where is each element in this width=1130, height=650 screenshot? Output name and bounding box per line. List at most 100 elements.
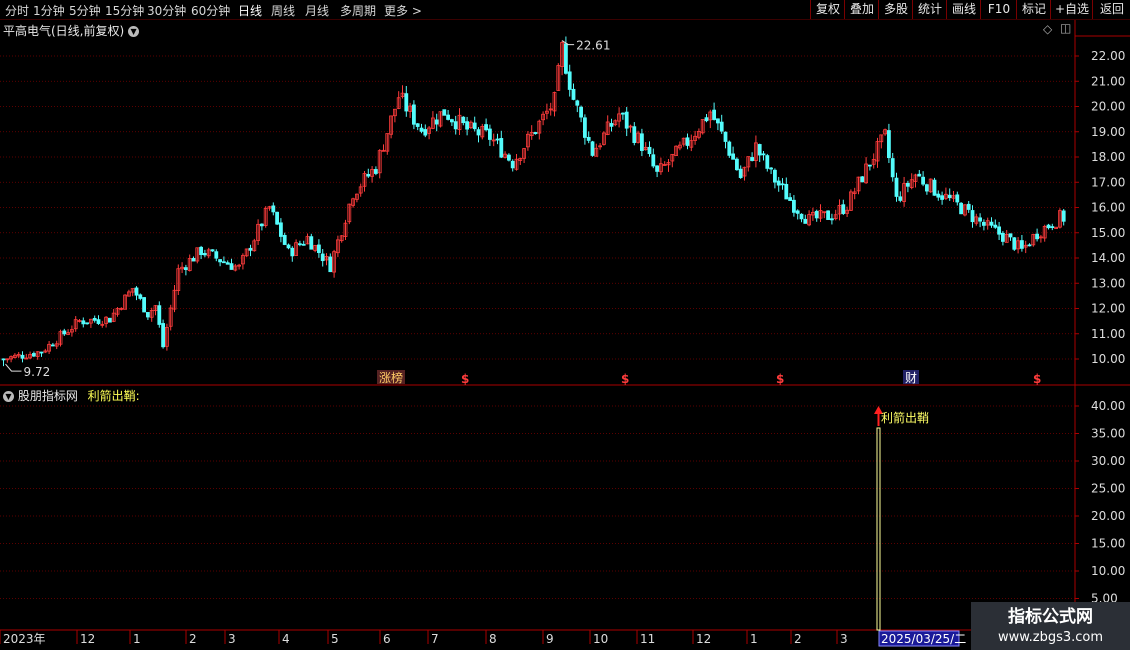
candle-body — [993, 224, 998, 228]
chevron-down-icon[interactable]: ▼ — [3, 391, 14, 402]
candle-body — [586, 136, 591, 141]
candle-body — [366, 174, 371, 177]
window-toggle-icon[interactable]: ◫ — [1060, 21, 1071, 35]
candle-body — [259, 223, 264, 227]
candle-body — [218, 259, 223, 263]
watermark: 指标公式网 www.zbgs3.com — [971, 602, 1130, 650]
candle-body — [62, 330, 67, 335]
candle-body — [814, 210, 819, 219]
candle-body — [411, 104, 416, 125]
candle-body — [735, 158, 739, 171]
candle-body — [640, 133, 644, 151]
y-tick-label: 18.00 — [1091, 150, 1125, 164]
candle-body — [917, 173, 922, 177]
candle-body — [579, 106, 583, 118]
candle-body — [191, 258, 196, 262]
candle-body — [731, 153, 735, 160]
candle-body — [947, 194, 952, 199]
candle-body — [476, 129, 481, 136]
candle-body — [183, 267, 188, 271]
kline-chart[interactable]: 22.00 21.00 20.00 19.00 18.00 17.00 16.00 15.00… — [0, 0, 1130, 650]
candle-body — [301, 243, 306, 246]
candle-body — [773, 169, 777, 183]
candle-body — [316, 244, 321, 253]
x-tick-label: 1 — [133, 632, 141, 646]
candle-body — [449, 119, 454, 123]
candle-body — [282, 234, 287, 245]
y-tick-label: 15.00 — [1091, 537, 1125, 551]
candle-body — [803, 218, 808, 224]
candle-body — [826, 210, 830, 220]
y-tick-label: 16.00 — [1091, 201, 1125, 215]
candle-body — [134, 287, 139, 296]
candle-body — [309, 236, 314, 250]
candle-body — [51, 344, 55, 347]
candle-body — [970, 210, 975, 223]
candle-body — [841, 204, 846, 214]
x-tick-label: 5 — [331, 632, 339, 646]
candle-body — [621, 112, 625, 115]
candle-body — [575, 100, 580, 106]
candle-body — [1027, 244, 1032, 247]
candle-body — [1, 358, 6, 361]
candle-body — [20, 354, 25, 359]
event-marker-dollar: $ — [461, 372, 469, 386]
candle-body — [157, 305, 162, 325]
candle-body — [723, 131, 728, 142]
candle-body — [940, 195, 944, 200]
candle-body — [92, 317, 97, 321]
y-tick-label: 13.00 — [1091, 276, 1125, 290]
candle-body — [868, 164, 872, 167]
candle-body — [328, 256, 333, 273]
diamond-icon[interactable]: ◇ — [1043, 22, 1052, 36]
candle-body — [202, 253, 207, 256]
candle-body — [769, 167, 773, 170]
candle-body — [434, 119, 439, 125]
candle-body — [510, 160, 515, 169]
candle-body — [978, 217, 982, 222]
main-chart-title: 平高电气(日线,前复权) ▼ — [3, 22, 140, 39]
low-pointer — [5, 363, 22, 372]
candle-body — [647, 146, 652, 155]
candle-body — [85, 322, 89, 325]
candle-body — [221, 261, 226, 264]
candle-body — [461, 116, 466, 124]
candle-body — [704, 117, 709, 122]
candle-body — [792, 199, 796, 213]
candle-body — [765, 155, 770, 169]
chevron-down-icon[interactable]: ▼ — [128, 26, 140, 37]
event-marker-dollar: $ — [1033, 372, 1041, 386]
candle-body — [799, 213, 804, 220]
watermark-url: www.zbgs3.com — [997, 630, 1104, 645]
candle-body — [727, 141, 732, 156]
candle-body — [145, 312, 150, 318]
candle-body — [894, 177, 899, 197]
y-tick-label: 35.00 — [1091, 427, 1125, 441]
candle-body — [776, 180, 781, 186]
candle-body — [423, 129, 428, 136]
event-marker-list: 涨榜 — [379, 370, 403, 385]
candle-body — [1008, 233, 1013, 238]
y-tick-label: 20.00 — [1091, 100, 1125, 114]
candle-body — [624, 111, 629, 129]
candle-body — [453, 121, 458, 130]
date-cursor-label: 2025/03/25/二 — [881, 632, 966, 646]
candle-body — [373, 169, 378, 174]
candle-body — [784, 183, 789, 200]
candle-body — [225, 262, 230, 265]
y-tick-label: 17.00 — [1091, 175, 1125, 189]
candle-body — [997, 226, 1001, 235]
candle-body — [925, 184, 929, 192]
y-tick-label: 30.00 — [1091, 454, 1125, 468]
low-label: 9.72 — [24, 365, 51, 379]
candle-body — [214, 251, 219, 259]
y-tick-label: 10.00 — [1091, 564, 1125, 578]
candle-body — [32, 353, 36, 357]
candle-body — [404, 93, 409, 112]
x-tick-label: 4 — [282, 632, 290, 646]
high-label: 22.61 — [576, 39, 610, 53]
x-tick-label: 10 — [593, 632, 608, 646]
candle-body — [719, 121, 724, 132]
x-tick-label: 12 — [80, 632, 95, 646]
x-tick-label: 1 — [750, 632, 758, 646]
